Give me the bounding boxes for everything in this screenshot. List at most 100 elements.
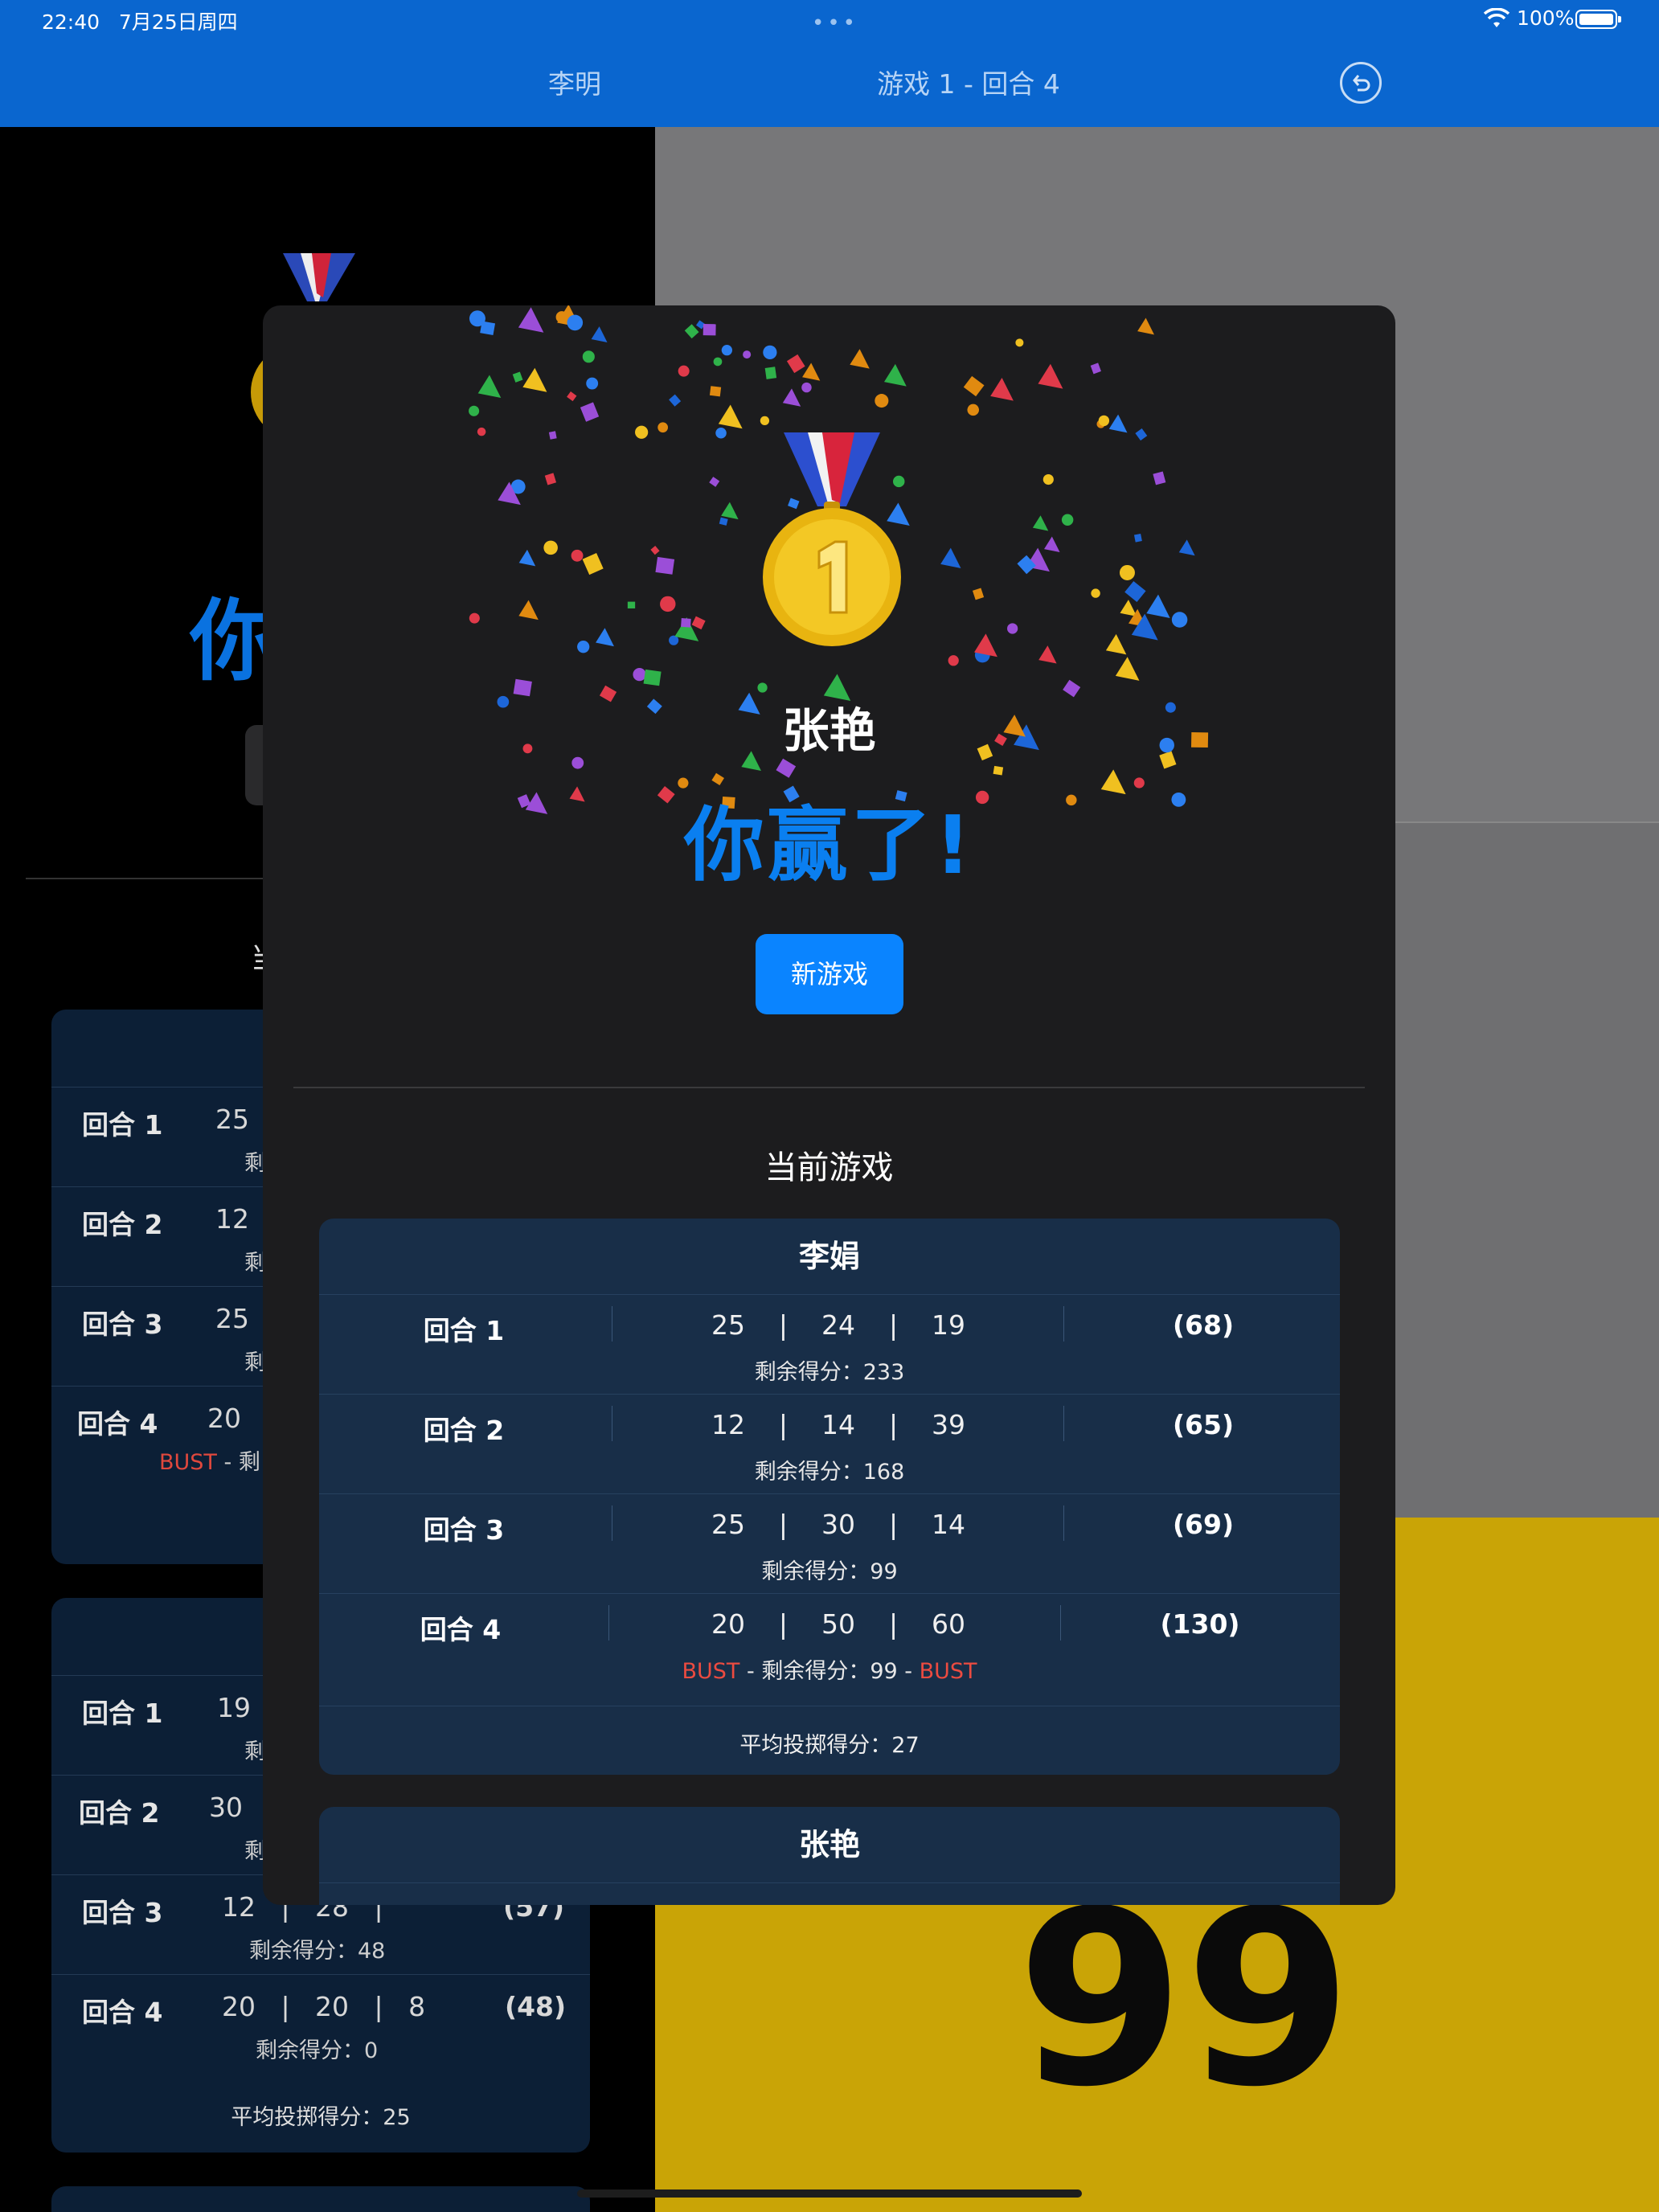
bust-label: BUST — [682, 1659, 740, 1684]
throw-values: 12 | 14 | 39 — [711, 1409, 966, 1440]
round-total: (130) — [1160, 1608, 1240, 1640]
confetti-piece — [469, 612, 480, 624]
confetti-piece — [883, 363, 907, 387]
player-card: 张艳 — [319, 1807, 1340, 1905]
table-row: 回合 2 12 | 14 | 39 (65) 剩余得分：168 — [319, 1394, 1340, 1494]
confetti-piece — [469, 405, 480, 416]
confetti-piece — [660, 596, 676, 612]
confetti-piece — [477, 427, 486, 436]
confetti-piece — [582, 553, 604, 576]
remaining-text: 剩余得分：48 — [249, 1939, 386, 1964]
table-row: 回合 1 25 | 24 | 19 (68) 剩余得分：233 — [319, 1294, 1340, 1395]
confetti-piece — [875, 394, 889, 408]
top-bar: 22:40 7月25日周四 ••• 100% 李明 游戏 1 - 回合 4 — [0, 0, 1659, 127]
big-score: 99 — [1017, 1859, 1353, 2140]
confetti-piece — [691, 616, 706, 630]
confetti-piece — [782, 388, 801, 407]
home-indicator[interactable] — [577, 2189, 1082, 2198]
round-label: 回合 4 — [420, 1614, 502, 1645]
bg-player-card-3 — [51, 2186, 590, 2212]
table-row: 回合 4 20 | 50 | 60 (130) BUST - 剩余得分：99 -… — [319, 1593, 1340, 1694]
confetti-piece — [650, 545, 660, 555]
confetti-piece — [1178, 539, 1195, 556]
confetti-piece — [948, 655, 959, 666]
confetti-piece — [760, 416, 770, 426]
remaining-text: - 剩 — [216, 1450, 260, 1475]
confetti-piece — [802, 363, 821, 381]
medal-icon — [763, 432, 901, 646]
confetti-piece — [709, 477, 720, 487]
round-total: (65) — [1172, 1409, 1235, 1440]
undo-icon — [1353, 75, 1370, 92]
confetti-piece — [522, 367, 547, 392]
confetti-piece — [591, 326, 608, 343]
round-total: (68) — [1172, 1309, 1235, 1341]
confetti-piece — [518, 600, 539, 621]
confetti-piece — [1038, 645, 1057, 664]
confetti-piece — [721, 502, 739, 520]
section-title: 当前游戏 — [764, 1149, 894, 1186]
confetti-piece — [721, 345, 733, 356]
confetti-piece — [548, 431, 557, 440]
confetti-piece — [719, 517, 728, 526]
table-row — [319, 1882, 1340, 1905]
confetti-piece — [776, 758, 797, 778]
average-text: 平均投掷得分：25 — [231, 2105, 411, 2130]
confetti-piece — [1043, 473, 1054, 485]
confetti-piece — [684, 324, 699, 339]
confetti-piece — [643, 669, 662, 686]
nav-game-title: 游戏 1 - 回合 4 — [877, 68, 1060, 100]
remaining-score: 剩余得分：99 — [761, 1559, 898, 1584]
throw-values: 25 | 24 | 19 — [711, 1309, 966, 1341]
confetti-piece — [480, 321, 496, 336]
confetti-piece — [1091, 588, 1100, 598]
round-label: 回合 1 — [82, 1109, 163, 1141]
remaining-score: BUST - 剩余得分：99 - BUST — [682, 1659, 977, 1684]
confetti-piece — [715, 427, 727, 439]
confetti-piece — [627, 601, 636, 608]
wifi-icon — [1483, 8, 1510, 27]
column-divider — [1063, 1406, 1064, 1441]
confetti-piece — [567, 314, 584, 331]
confetti-piece — [1098, 415, 1110, 427]
confetti-piece — [1038, 363, 1063, 389]
confetti-piece — [1135, 428, 1148, 441]
confetti-piece — [580, 402, 600, 422]
confetti-piece — [1044, 536, 1060, 553]
status-time: 22:40 7月25日周四 — [42, 10, 238, 34]
round-label: 回合 4 — [77, 1408, 158, 1440]
round-label: 回合 3 — [82, 1309, 163, 1340]
throw-value: 20 — [207, 1403, 241, 1434]
undo-button[interactable] — [1340, 62, 1382, 104]
confetti-piece — [764, 367, 777, 379]
throw-value: 30 — [209, 1792, 243, 1823]
confetti-piece — [1133, 533, 1142, 543]
battery-icon — [1575, 10, 1621, 29]
new-game-button[interactable]: 新游戏 — [756, 934, 903, 1014]
confetti-piece — [657, 422, 669, 433]
confetti-piece — [582, 350, 595, 363]
nav-player-name[interactable]: 李明 — [514, 63, 635, 101]
confetti-piece — [1146, 594, 1170, 618]
confetti-piece — [518, 307, 544, 333]
round-label: 回合 2 — [79, 1797, 160, 1829]
confetti-piece — [718, 404, 743, 429]
confetti-piece — [555, 311, 568, 323]
confetti-piece — [709, 386, 722, 397]
confetti-piece — [543, 540, 558, 555]
multitask-dots[interactable]: ••• — [812, 11, 858, 35]
confetti-piece — [678, 365, 690, 377]
confetti-piece — [577, 641, 590, 653]
player-card: 李娟 回合 1 25 | 24 | 19 (68) 剩余得分：233 回合 2 … — [319, 1219, 1340, 1775]
throw-value: 12 — [215, 1203, 249, 1235]
remaining-text: 剩余得分：0 — [256, 2038, 379, 2063]
win-message: 你赢了! — [683, 798, 975, 892]
confetti-piece — [512, 371, 523, 383]
throw-value: 25 — [215, 1104, 249, 1135]
confetti-piece — [655, 556, 675, 575]
confetti-piece — [1108, 414, 1128, 433]
confetti-piece — [743, 350, 752, 359]
round-label: 回合 2 — [82, 1209, 163, 1240]
winner-name: 张艳 — [782, 703, 876, 758]
column-divider — [1063, 1505, 1064, 1541]
